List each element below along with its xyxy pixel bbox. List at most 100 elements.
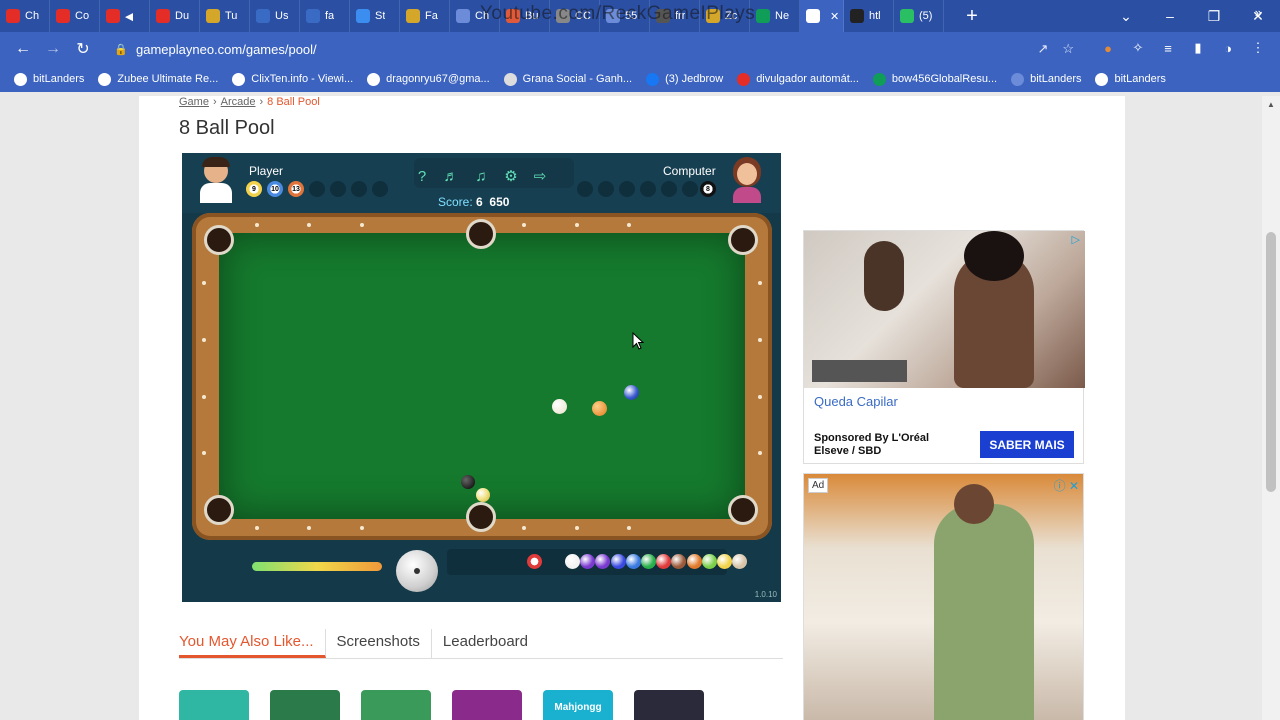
tabs-container: Ch Co ◀ Du Tu Us fa St Fa Ch Bu CC 55 frr Zc Ne I✕ htl (5) [0, 0, 944, 32]
ad-headline[interactable]: Queda Capilar [814, 394, 898, 409]
empty-ball-slot [330, 181, 346, 197]
bookmark-item[interactable]: bow456GlobalResu... [872, 72, 997, 86]
music-icon[interactable]: ♫ [470, 165, 492, 187]
new-tab-button[interactable]: + [958, 2, 986, 30]
browser-tab[interactable]: htl [844, 0, 894, 32]
tab-leaderboard[interactable]: Leaderboard [432, 629, 539, 658]
empty-ball-slot [598, 181, 614, 197]
browser-tab[interactable]: CC [550, 0, 600, 32]
ad-close-icon[interactable]: ⓘ ✕ [1054, 477, 1079, 494]
bookmark-item[interactable]: Zubee Ultimate Re... [98, 72, 218, 86]
bookmark-item[interactable]: bitLanders [1095, 72, 1166, 86]
browser-tab[interactable]: I✕ [800, 0, 844, 32]
bookmark-favicon-icon [1011, 72, 1025, 86]
breadcrumb-arcade[interactable]: Arcade [221, 96, 256, 108]
browser-tab[interactable]: Us [250, 0, 300, 32]
exit-icon[interactable]: ⇨ [529, 165, 551, 187]
browser-tab[interactable]: (5) [894, 0, 944, 32]
bookmark-item[interactable]: Grana Social - Ganh... [503, 72, 632, 86]
bookmark-item[interactable]: divulgador automát... [737, 72, 859, 86]
bookmark-label: ClixTen.info - Viewi... [251, 73, 354, 85]
bookmark-star-icon[interactable]: ☆ [1062, 41, 1074, 57]
browser-tab[interactable]: Co [50, 0, 100, 32]
breadcrumb-game[interactable]: Game [179, 96, 209, 108]
restore-button[interactable]: ❐ [1192, 0, 1236, 32]
rack-ball [527, 554, 542, 569]
ad-hair-care[interactable]: ▷ Queda Capilar Sponsored By L'Oréal Els… [803, 230, 1085, 464]
reading-list-icon[interactable]: ≡ [1158, 38, 1178, 58]
game-canvas[interactable]: Player ? ♬ ♫ ⚙ ⇨ Computer Score: 6 650 9… [182, 153, 781, 602]
computer-name: Computer [663, 164, 716, 178]
brand-logo-bar [812, 360, 907, 382]
bookmark-item[interactable]: bitLanders [1011, 72, 1081, 86]
bookmarks-overflow-button[interactable]: » [1255, 5, 1262, 20]
rack-ball [732, 554, 748, 569]
bookmark-item[interactable]: bitLanders [14, 72, 84, 86]
bookmark-item[interactable]: ClixTen.info - Viewi... [232, 72, 354, 86]
help-icon[interactable]: ? [411, 165, 433, 187]
menu-kebab-icon[interactable]: ⋮ [1248, 38, 1268, 58]
scroll-up-arrow[interactable]: ▲ [1267, 100, 1275, 109]
rail-diamond [202, 451, 206, 455]
browser-tab[interactable]: St [350, 0, 400, 32]
minimize-button[interactable]: – [1148, 0, 1192, 32]
sound-icon[interactable]: ♬ [440, 165, 462, 187]
empty-ball-slot [640, 181, 656, 197]
ad-image-face [954, 484, 994, 524]
page-scrollbar[interactable]: ▲ [1262, 96, 1280, 720]
related-game-thumbnail[interactable] [179, 690, 249, 720]
browser-tab[interactable]: Du [150, 0, 200, 32]
pool-table-felt[interactable] [219, 233, 745, 519]
related-game-thumbnail[interactable] [452, 690, 522, 720]
cue-spin-control[interactable] [396, 550, 438, 592]
rail-diamond [758, 451, 762, 455]
browser-tab[interactable]: Tu [200, 0, 250, 32]
bookmark-item[interactable]: (3) Jedbrow [646, 72, 723, 86]
related-game-thumbnail[interactable] [361, 690, 431, 720]
related-game-thumbnail[interactable] [270, 690, 340, 720]
browser-tab[interactable]: Ch [0, 0, 50, 32]
lock-icon[interactable]: 🔒 [114, 43, 132, 56]
scroll-thumb[interactable] [1266, 232, 1276, 492]
browser-tab[interactable]: Zc [700, 0, 750, 32]
browser-tab[interactable]: Ch [450, 0, 500, 32]
share-icon[interactable]: ↗ [1037, 41, 1048, 57]
forward-button[interactable]: → [38, 34, 68, 64]
url-text[interactable]: gameplayneo.com/games/pool/ [136, 42, 317, 57]
tab-close-icon[interactable]: ✕ [830, 10, 839, 23]
bookmark-item[interactable]: dragonryu67@gma... [367, 72, 490, 86]
address-bar[interactable]: 🔒 gameplayneo.com/games/pool/ ↗ ☆ [106, 37, 1090, 61]
ad-choices-icon[interactable]: ▷ [1072, 233, 1080, 246]
ad-cta-button[interactable]: SABER MAIS [980, 431, 1074, 458]
tab-favicon-icon [406, 9, 420, 23]
browser-tab[interactable]: Bu [500, 0, 550, 32]
power-meter[interactable] [252, 562, 382, 571]
breadcrumb-current: 8 Ball Pool [267, 96, 320, 108]
page-title: 8 Ball Pool [179, 117, 275, 139]
score-display: Score: 6 650 [438, 195, 509, 209]
fox-extension-icon[interactable]: ● [1098, 38, 1118, 58]
browser-tab[interactable]: ◀ [100, 0, 150, 32]
player-ball: 9 [246, 181, 262, 197]
side-panel-icon[interactable]: ▮ [1188, 38, 1208, 58]
back-button[interactable]: ← [8, 34, 38, 64]
browser-tab[interactable]: fa [300, 0, 350, 32]
tab-search-dropdown[interactable]: ⌄ [1104, 0, 1148, 32]
settings-gear-icon[interactable]: ⚙ [500, 165, 522, 187]
browser-tab[interactable]: 55 [600, 0, 650, 32]
tab-label: (5) [919, 10, 933, 22]
browser-tab[interactable]: Fa [400, 0, 450, 32]
browser-tab[interactable]: Ne [750, 0, 800, 32]
profile-avatar[interactable]: ◑ [1218, 38, 1238, 58]
tab-label: Ne [775, 10, 790, 22]
reload-button[interactable]: ↻ [68, 34, 98, 64]
related-game-thumbnail[interactable]: Mahjongg [543, 690, 613, 720]
puzzle-extensions-icon[interactable]: ✧ [1128, 38, 1148, 58]
score-label: Score: [438, 195, 473, 209]
browser-tab[interactable]: frr [650, 0, 700, 32]
eight-ball [461, 475, 475, 489]
tab-screenshots[interactable]: Screenshots [326, 629, 432, 658]
ad-banner[interactable]: Ad ⓘ ✕ [803, 473, 1084, 720]
related-game-thumbnail[interactable] [634, 690, 704, 720]
tab-you-may-also-like[interactable]: You May Also Like... [179, 629, 326, 658]
